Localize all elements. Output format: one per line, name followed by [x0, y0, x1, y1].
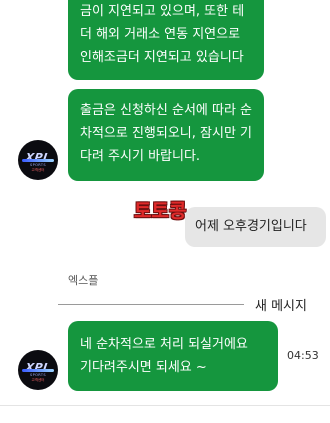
message-line: 출금은 신청하신 순서에 따라 순: [80, 103, 253, 118]
message-line: 금이 지연되고 있으며, 또한 테: [80, 4, 245, 19]
message-line: 다려 주시기 바랍니다.: [80, 149, 201, 164]
new-message-divider: [58, 304, 244, 305]
logo-swoosh-icon: [22, 369, 54, 372]
avatar-logo-sub: SPORTS: [29, 373, 47, 377]
avatar[interactable]: XPL SPORTS 고객센터: [18, 140, 58, 180]
sender-name: 엑스플: [68, 274, 99, 287]
logo-swoosh-icon: [22, 159, 54, 162]
user-message-bubble: 어제 오후경기입니다: [185, 207, 326, 247]
message-line: 더 해외 거래소 연동 지연으로: [80, 27, 241, 42]
message-bubble-3: 네 순차적으로 처리 되실거에요 기다려주시면 되세요 ~: [68, 321, 278, 391]
avatar-logo-sub: SPORTS: [29, 163, 47, 167]
message-bubble-1: 금이 지연되고 있으며, 또한 테 더 해외 거래소 연동 지연으로 인해조금더…: [68, 0, 264, 80]
watermark: 토토콩: [134, 200, 187, 222]
avatar-logo-kr: 고객센터: [31, 378, 45, 382]
message-bubble-2: 출금은 신청하신 순서에 따라 순 차적으로 진행되오니, 잠시만 기 다려 주…: [68, 89, 264, 181]
message-line: 기다려주시면 되세요 ~: [80, 360, 207, 375]
avatar-logo-kr: 고객센터: [31, 168, 45, 172]
message-line: 차적으로 진행되오니, 잠시만 기: [80, 126, 253, 141]
input-bar[interactable]: [0, 405, 330, 423]
message-time: 04:53: [287, 349, 319, 362]
message-line: 네 순차적으로 처리 되실거에요: [80, 337, 248, 352]
new-message-label: 새 메시지: [255, 299, 307, 314]
message-line: 인해조금더 지연되고 있습니다: [80, 50, 244, 65]
user-message-text: 어제 오후경기입니다: [195, 219, 307, 234]
avatar[interactable]: XPL SPORTS 고객센터: [18, 350, 58, 390]
